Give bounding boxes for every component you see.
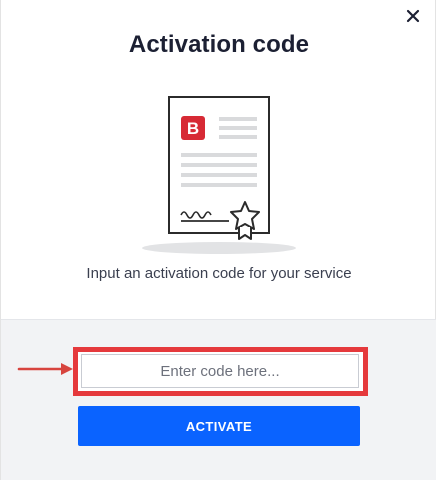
- input-panel: [1, 319, 436, 480]
- activation-dialog: Activation code B Input an activation co…: [0, 0, 436, 480]
- code-input[interactable]: [81, 354, 359, 388]
- badge-letter: B: [187, 119, 199, 138]
- dialog-title: Activation code: [128, 31, 310, 58]
- dialog-subtitle: Input an activation code for your servic…: [86, 265, 352, 282]
- red-arrow-icon: [17, 363, 73, 375]
- certificate-icon: B: [142, 96, 296, 254]
- close-icon[interactable]: [405, 8, 421, 24]
- activate-button[interactable]: ACTIVATE: [78, 406, 360, 446]
